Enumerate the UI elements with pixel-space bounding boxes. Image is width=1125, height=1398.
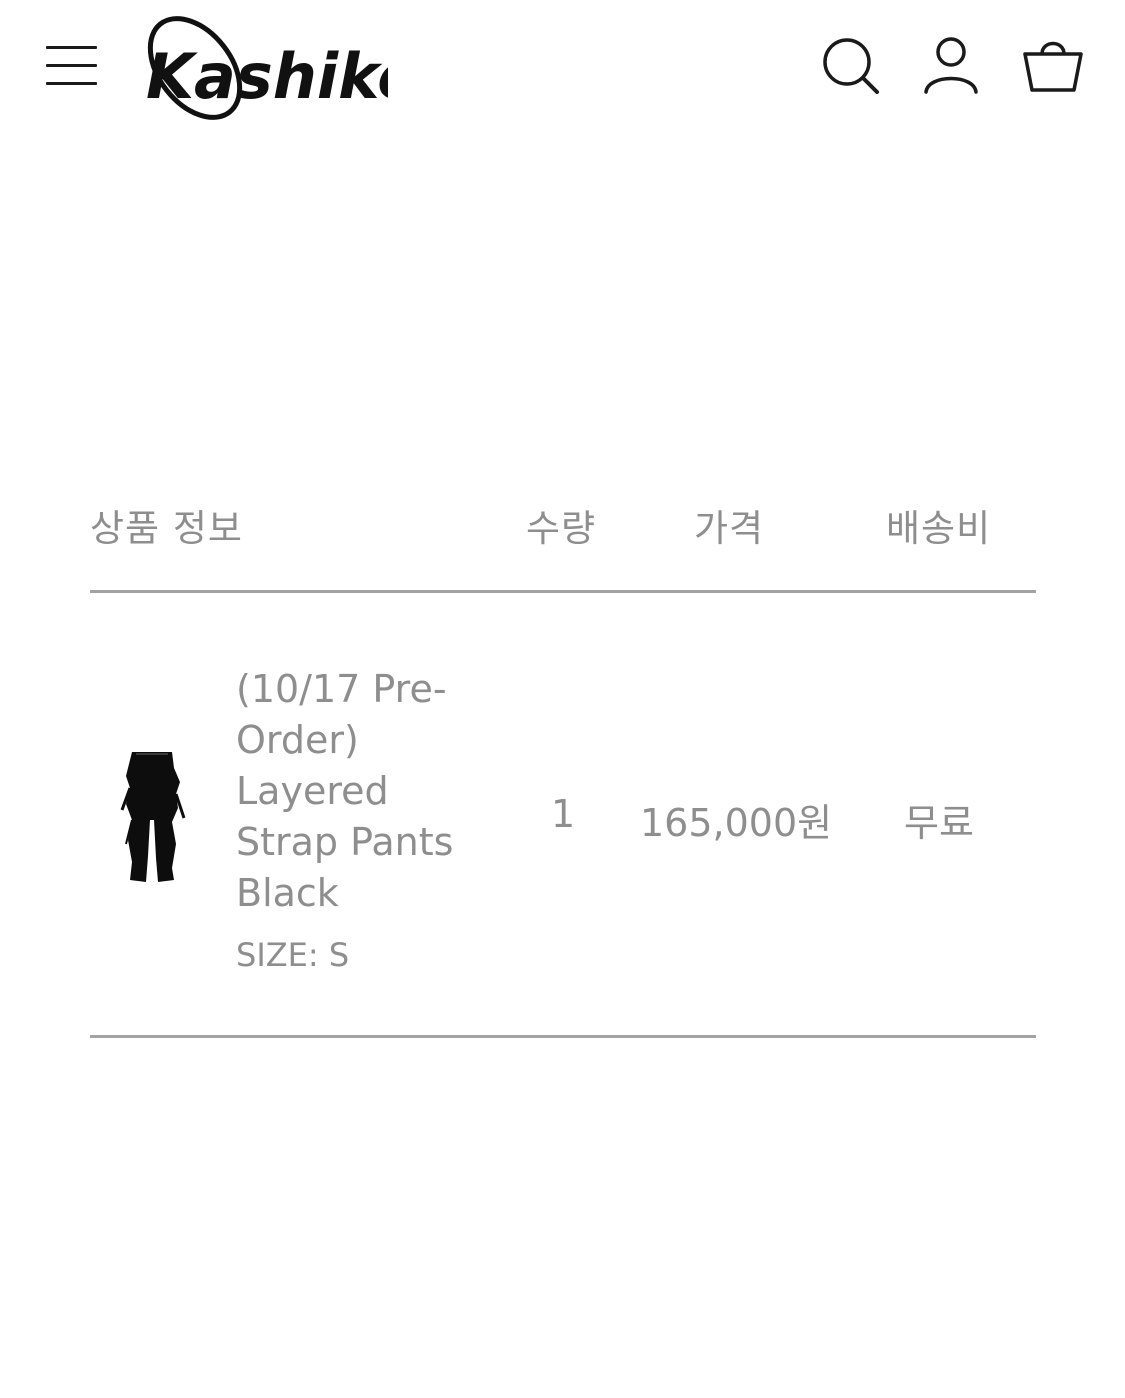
product-option: SIZE: S: [236, 936, 350, 974]
user-icon[interactable]: [916, 30, 986, 100]
site-header: Kashiko: [0, 0, 1125, 140]
price-value: 165,000원: [640, 801, 833, 845]
column-header-shipping: 배송비: [886, 507, 992, 550]
column-header-product-info: 상품 정보: [90, 507, 243, 550]
column-header-price: 가격: [694, 507, 765, 550]
column-header-quantity: 수량: [526, 507, 597, 550]
shipping-value: 무료: [904, 801, 974, 845]
product-name-link[interactable]: (10/17 Pre-Order) Layered Strap Pants Bl…: [236, 664, 496, 919]
hamburger-menu-icon[interactable]: [40, 38, 102, 94]
table-header-divider: [90, 590, 1036, 593]
site-logo[interactable]: Kashiko: [140, 10, 420, 126]
logo-graphic: Kashiko: [146, 16, 420, 120]
search-icon[interactable]: [815, 30, 885, 100]
shopping-bag-icon[interactable]: [1018, 30, 1088, 100]
logo-text: Kashiko: [146, 40, 388, 113]
table-row-divider: [90, 1035, 1036, 1038]
product-thumbnail[interactable]: [118, 748, 188, 884]
quantity-value: 1: [551, 792, 576, 836]
